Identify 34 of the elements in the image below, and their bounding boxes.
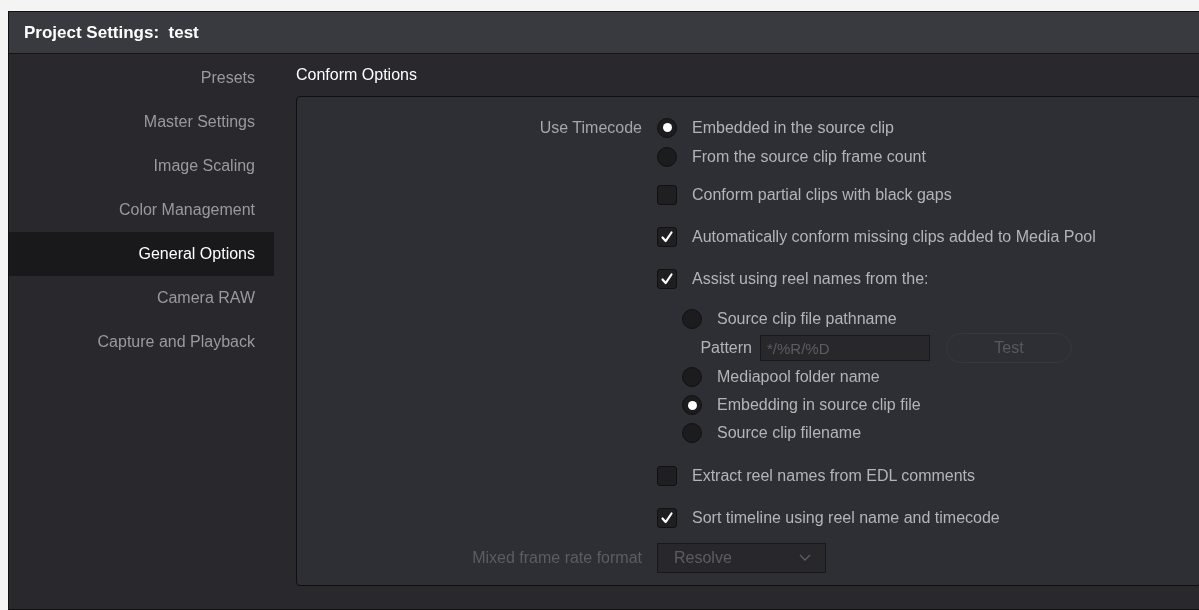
option-label: Embedded in the source clip xyxy=(692,118,894,137)
checkbox[interactable] xyxy=(657,508,677,528)
option-label: Source clip file pathname xyxy=(717,310,897,328)
sidebar-item[interactable]: Camera RAW xyxy=(9,276,274,320)
sidebar-item[interactable]: Capture and Playback xyxy=(9,320,274,364)
radio-button[interactable] xyxy=(682,423,702,443)
option-label: Conform partial clips with black gaps xyxy=(692,186,952,204)
field-label: Pattern xyxy=(699,339,752,357)
option-label: Source clip filename xyxy=(717,424,862,442)
sidebar-item[interactable]: General Options xyxy=(9,232,274,276)
radio-button[interactable] xyxy=(682,367,702,387)
radio-button[interactable] xyxy=(682,395,702,415)
chevron-down-icon xyxy=(799,554,811,562)
sidebar-item[interactable]: Master Settings xyxy=(9,100,274,144)
window-title: Project Settings: test xyxy=(9,12,1199,54)
checkbox[interactable] xyxy=(657,185,677,205)
option-label: From the source clip frame count xyxy=(692,147,926,166)
radio-button[interactable] xyxy=(657,146,677,167)
checkbox[interactable] xyxy=(657,466,677,486)
option-label: Mediapool folder name xyxy=(717,368,880,386)
radio-button[interactable] xyxy=(682,309,702,329)
section-title: Conform Options xyxy=(296,65,418,85)
option-label: Extract reel names from EDL comments xyxy=(692,467,976,485)
sidebar-item[interactable]: Color Management xyxy=(9,188,274,232)
option-label: Assist using reel names from the: xyxy=(692,270,929,288)
sidebar-item[interactable]: Image Scaling xyxy=(9,144,274,188)
checkbox[interactable] xyxy=(657,227,677,247)
option-label: Automatically conform missing clips added to Media Pool xyxy=(692,228,1096,246)
sidebar-item[interactable]: Presets xyxy=(9,56,274,100)
field-label: Use Timecode xyxy=(539,118,642,138)
checkbox[interactable] xyxy=(657,269,677,289)
option-label: Sort timeline using reel name and timecode xyxy=(692,509,1000,527)
radio-button[interactable] xyxy=(657,117,677,138)
option-label: Embedding in source clip file xyxy=(717,396,921,414)
